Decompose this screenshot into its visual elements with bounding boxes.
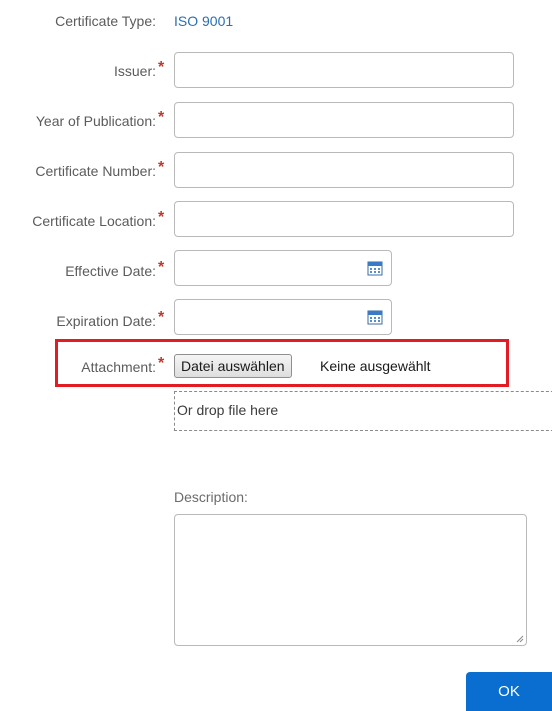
attachment-required-marker: *: [158, 355, 165, 372]
certificate-location-label: Certificate Location:: [32, 213, 156, 229]
file-drop-zone[interactable]: Or drop file here: [174, 391, 552, 431]
attachment-label: Attachment:: [81, 359, 156, 375]
choose-file-button[interactable]: Datei auswählen: [174, 354, 292, 378]
certificate-location-required-marker: *: [158, 209, 165, 226]
effective-date-label: Effective Date:: [65, 263, 156, 279]
certificate-location-field[interactable]: [174, 201, 514, 237]
certificate-number-label: Certificate Number:: [35, 163, 156, 179]
certificate-number-field[interactable]: [174, 152, 514, 188]
year-of-publication-field[interactable]: [174, 102, 514, 138]
issuer-label: Issuer:: [113, 63, 156, 79]
description-textarea[interactable]: [174, 514, 527, 646]
certificate-type-label: Certificate Type:: [55, 13, 156, 29]
certificate-type-value: ISO 9001: [174, 13, 234, 29]
calendar-icon[interactable]: [367, 309, 383, 325]
ok-button[interactable]: OK: [466, 672, 552, 711]
effective-date-required-marker: *: [158, 259, 165, 276]
expiration-date-field[interactable]: [174, 299, 392, 335]
resize-grip-icon[interactable]: [516, 635, 524, 643]
drop-zone-text: Or drop file here: [177, 402, 279, 418]
effective-date-field[interactable]: [174, 250, 392, 286]
expiration-date-label: Expiration Date:: [56, 313, 156, 329]
calendar-icon[interactable]: [367, 260, 383, 276]
year-of-publication-label: Year of Publication:: [35, 113, 156, 129]
description-label: Description:: [174, 489, 248, 505]
issuer-required-marker: *: [158, 59, 165, 76]
file-status-text: Keine ausgewählt: [320, 358, 431, 374]
certificate-number-required-marker: *: [158, 159, 165, 176]
issuer-field[interactable]: [174, 52, 514, 88]
expiration-date-required-marker: *: [158, 309, 165, 326]
year-of-publication-required-marker: *: [158, 109, 165, 126]
